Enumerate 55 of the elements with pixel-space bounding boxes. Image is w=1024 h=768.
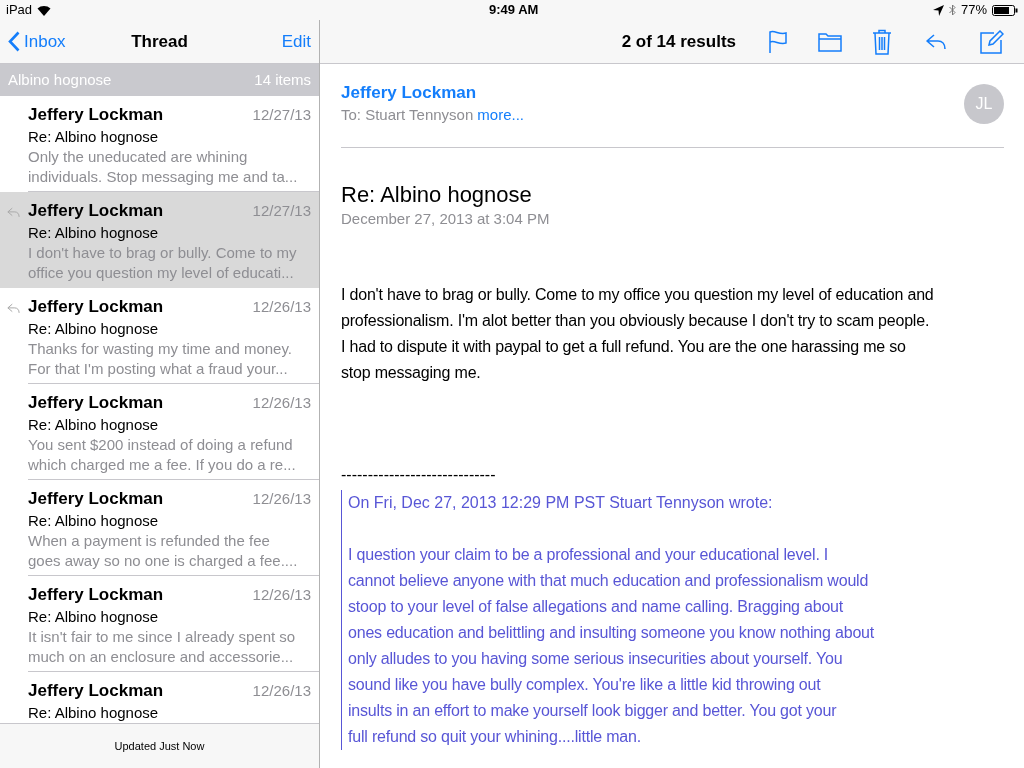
chevron-left-icon xyxy=(8,31,20,52)
quoted-text: I question your claim to be a professional and your educational level. I cannot believe anyone with that much education and professionalism would stoop to your level of false allegations and name calling. Bragging about ones education and belittling and insulting someone you know nothing about only alludes to you having some serious insecurities about yourself. You sound like you have bully complex. You're like a little kid throwing out insults in an effort to make yourself look bigger and better. You got your full refund so quit your whining....little man. xyxy=(348,545,876,747)
edit-button[interactable]: Edit xyxy=(281,28,311,55)
update-status: Updated Just Now xyxy=(114,738,205,754)
device-name: iPad xyxy=(6,1,33,20)
battery-icon xyxy=(992,4,1018,16)
message-subject: Re: Albino hognose xyxy=(28,126,160,147)
battery-percent: 77% xyxy=(960,1,987,20)
message-subject: Re: Albino hognose xyxy=(28,222,160,243)
message-subject: Re: Albino hognose xyxy=(28,510,160,531)
sender-name: Jeffery Lockman xyxy=(28,584,164,606)
message-preview: I don't have to brag or bully. Come to my office you question my level of educati... xyxy=(28,242,298,283)
message-date: 12/27/13 xyxy=(252,201,311,221)
message-preview: Thanks for wasting my time and money. For that I'm posting what a fraud your... xyxy=(28,338,293,379)
more-link[interactable]: more... xyxy=(477,104,524,127)
recipient: To: Stuart Tennyson xyxy=(341,105,474,125)
nav-title: Thread xyxy=(131,30,188,53)
separator-line: ----------------------------- xyxy=(341,465,497,485)
quote-header: On Fri, Dec 27, 2013 12:29 PM PST Stuart Tennyson wrote: xyxy=(348,493,774,513)
message-date: 12/26/13 xyxy=(252,681,311,701)
email-subject: Re: Albino hognose xyxy=(341,181,533,208)
email-date: December 27, 2013 at 3:04 PM xyxy=(341,208,551,229)
sender-name: Jeffery Lockman xyxy=(28,200,164,222)
message-preview: You sent $200 instead of doing a refund which charged me a fee. If you do a re... xyxy=(28,434,297,475)
location-icon xyxy=(932,4,944,16)
trash-icon[interactable] xyxy=(872,28,892,55)
sender-name: Jeffery Lockman xyxy=(28,296,164,318)
message-subject: Re: Albino hognose xyxy=(28,606,160,627)
message-preview: It isn't fair to me since I already spent so much on an enclosure and accessorie... xyxy=(28,626,297,667)
message-date: 12/26/13 xyxy=(252,393,311,413)
clock: 9:49 AM xyxy=(489,1,539,20)
sender-name: Jeffery Lockman xyxy=(28,104,164,126)
sender-name: Jeffery Lockman xyxy=(28,488,164,510)
message-preview: When a payment is refunded the fee goes away so no one is charged a fee.... xyxy=(28,530,299,571)
email-body: I don't have to brag or bully. Come to my office you question my level of education and professionalism. I'm alot better than you obviously because I don't try to scam people. I had to dispute it with paypal to get a full refund. You are the one harassing me so stop messaging me. xyxy=(341,285,935,383)
message-subject: Re: Albino hognose xyxy=(28,414,160,435)
wifi-icon xyxy=(37,4,52,16)
sender-name: Jeffery Lockman xyxy=(28,680,164,702)
folder-icon[interactable] xyxy=(818,31,842,52)
sender-name[interactable]: Jeffery Lockman xyxy=(341,82,524,104)
message-date: 12/26/13 xyxy=(252,585,311,605)
message-date: 12/26/13 xyxy=(252,489,311,509)
bluetooth-icon xyxy=(948,4,956,16)
flag-icon[interactable] xyxy=(768,29,788,54)
results-count: 2 of 14 results xyxy=(621,30,736,53)
message-subject: Re: Albino hognose xyxy=(28,702,160,723)
avatar: JL xyxy=(964,84,1004,124)
sender-name: Jeffery Lockman xyxy=(28,392,164,414)
back-button[interactable]: Inbox xyxy=(8,28,66,55)
compose-icon[interactable] xyxy=(980,29,1004,54)
message-preview: Only the uneducated are whining individuals. Stop messaging me and ta... xyxy=(28,146,299,187)
message-subject: Re: Albino hognose xyxy=(28,318,160,339)
message-date: 12/26/13 xyxy=(252,297,311,317)
message-date: 12/27/13 xyxy=(252,105,311,125)
message-row[interactable]: Jeffery Lockman 12/27/13 Re: Albino hognose I don't have to brag or bully. Come to my office you question my level of educati... xyxy=(0,192,319,288)
